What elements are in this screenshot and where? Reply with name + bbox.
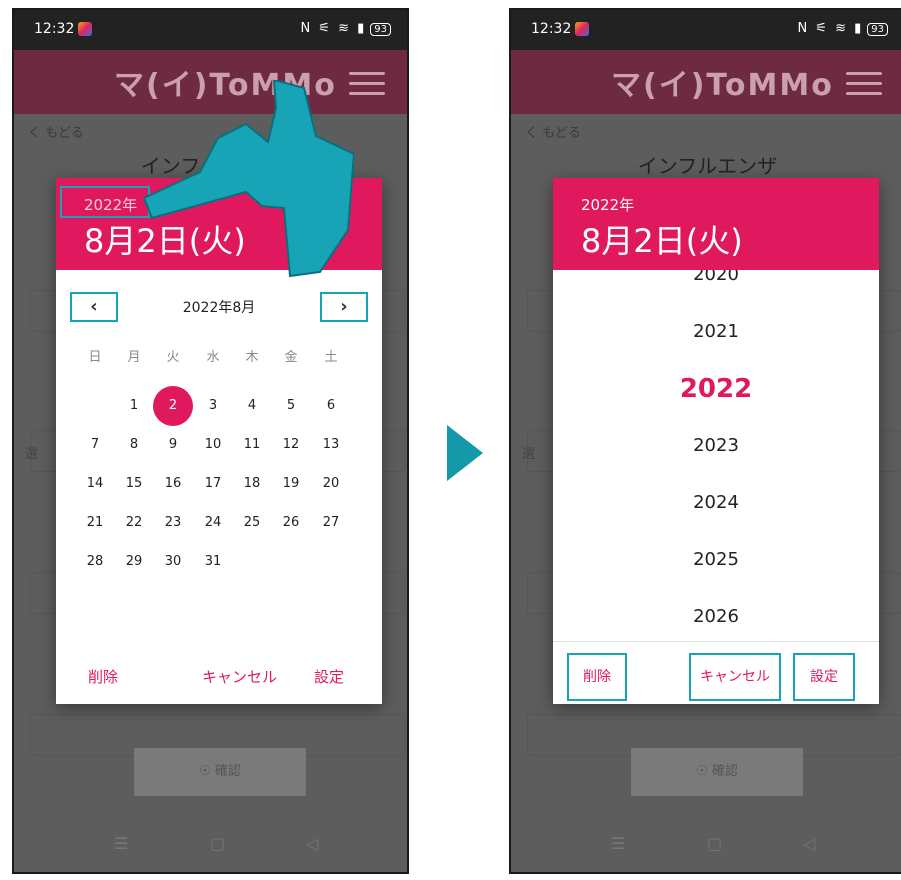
delete-button[interactable]: 削除 bbox=[88, 666, 118, 687]
home-icon[interactable]: ▢ bbox=[210, 834, 225, 853]
calendar-day[interactable]: 30 bbox=[153, 542, 193, 582]
year-option[interactable]: 2026 bbox=[553, 606, 879, 627]
status-bar: 12:32 N ⚟ ≋ ▮ 93 bbox=[14, 10, 407, 50]
notification-app-icon bbox=[575, 22, 589, 36]
calendar-day[interactable]: 29 bbox=[114, 542, 154, 582]
recent-apps-icon[interactable]: ☰ bbox=[611, 834, 625, 853]
phone-screen-calendar: 12:32 N ⚟ ≋ ▮93 マ(イ)ToMMo く もどる インフルエンザ … bbox=[12, 8, 409, 874]
calendar-day[interactable]: 10 bbox=[193, 425, 233, 465]
year-option[interactable]: 2020 bbox=[553, 270, 879, 285]
app-header: マ(イ)ToMMo bbox=[511, 50, 901, 114]
calendar-day[interactable]: 19 bbox=[271, 464, 311, 504]
pointing-hand-icon bbox=[142, 80, 354, 278]
calendar-day-selected[interactable]: 2 bbox=[153, 386, 193, 426]
battery-icon: 93 bbox=[867, 23, 888, 36]
header-date: 8月2日(火) bbox=[581, 222, 743, 260]
transition-arrow-icon bbox=[447, 425, 483, 481]
dialog-actions: 削除 キャンセル 設定 bbox=[553, 642, 879, 704]
calendar-day[interactable]: 17 bbox=[193, 464, 233, 504]
date-picker-header: 2022年 8月2日(火) bbox=[553, 178, 879, 270]
android-nav-bar: ☰ ▢ ◁ bbox=[511, 816, 901, 872]
calendar-day[interactable]: 7 bbox=[75, 425, 115, 465]
calendar-day[interactable]: 12 bbox=[271, 425, 311, 465]
weekday-label: 日 bbox=[88, 350, 102, 365]
notification-app-icon bbox=[78, 22, 92, 36]
year-option[interactable]: 2024 bbox=[553, 492, 879, 513]
calendar-day[interactable]: 15 bbox=[114, 464, 154, 504]
cancel-button[interactable]: キャンセル bbox=[202, 666, 277, 687]
calendar-day[interactable]: 8 bbox=[114, 425, 154, 465]
confirm-button[interactable]: ☉ 確認 bbox=[134, 748, 306, 796]
next-month-icon[interactable]: › bbox=[320, 292, 368, 322]
dialog-actions: 削除 キャンセル 設定 bbox=[56, 648, 382, 710]
calendar-day[interactable]: 26 bbox=[271, 503, 311, 543]
back-nav-icon[interactable]: ◁ bbox=[306, 834, 318, 853]
year-option[interactable]: 2025 bbox=[553, 549, 879, 570]
android-nav-bar: ☰ ▢ ◁ bbox=[14, 816, 407, 872]
calendar-day[interactable]: 5 bbox=[271, 386, 311, 426]
year-picker-dialog: 2022年 8月2日(火) 2020 2021 2022 2023 2024 2025 20… bbox=[553, 178, 879, 704]
phone-screen-year-picker: 12:32 N ⚟ ≋ ▮ 93 マ(イ)ToMMo く もどる インフルエンザ … bbox=[509, 8, 901, 874]
calendar-day[interactable]: 22 bbox=[114, 503, 154, 543]
page-title: インフルエンザ bbox=[637, 154, 778, 178]
year-option[interactable]: 2021 bbox=[553, 321, 879, 342]
weekday-label: 月 bbox=[127, 350, 141, 365]
calendar-day[interactable]: 27 bbox=[311, 503, 351, 543]
calendar-day[interactable]: 4 bbox=[232, 386, 272, 426]
weekday-label: 土 bbox=[324, 350, 338, 365]
home-icon[interactable]: ▢ bbox=[707, 834, 722, 853]
status-icons: N ⚟ ≋ ▮ 93 bbox=[300, 21, 391, 36]
weekday-label: 金 bbox=[284, 350, 298, 365]
calendar-day[interactable]: 20 bbox=[311, 464, 351, 504]
calendar-day[interactable]: 25 bbox=[232, 503, 272, 543]
calendar-day[interactable]: 28 bbox=[75, 542, 115, 582]
calendar-day[interactable]: 1 bbox=[114, 386, 154, 426]
calendar-day[interactable]: 21 bbox=[75, 503, 115, 543]
confirm-button[interactable]: ☉ 確認 bbox=[631, 748, 803, 796]
calendar-day[interactable]: 24 bbox=[193, 503, 233, 543]
year-option[interactable]: 2023 bbox=[553, 435, 879, 456]
calendar-day[interactable]: 18 bbox=[232, 464, 272, 504]
cancel-button[interactable]: キャンセル bbox=[689, 653, 781, 701]
calendar-day[interactable]: 3 bbox=[193, 386, 233, 426]
calendar-day[interactable]: 31 bbox=[193, 542, 233, 582]
year-option-selected[interactable]: 2022 bbox=[553, 374, 879, 404]
status-time: 12:32 bbox=[34, 21, 75, 37]
recent-apps-icon[interactable]: ☰ bbox=[114, 834, 128, 853]
set-button[interactable]: 設定 bbox=[793, 653, 855, 701]
weekday-label: 水 bbox=[206, 350, 220, 365]
set-button[interactable]: 設定 bbox=[314, 666, 344, 687]
calendar-day[interactable]: 6 bbox=[311, 386, 351, 426]
app-logo: マ(イ)ToMMo bbox=[611, 68, 834, 103]
weekday-label: 火 bbox=[166, 350, 180, 365]
delete-button[interactable]: 削除 bbox=[567, 653, 627, 701]
calendar-day[interactable]: 11 bbox=[232, 425, 272, 465]
calendar-day[interactable]: 13 bbox=[311, 425, 351, 465]
menu-icon[interactable] bbox=[349, 72, 385, 102]
status-bar: 12:32 N ⚟ ≋ ▮ 93 bbox=[511, 10, 901, 50]
weekday-label: 木 bbox=[245, 350, 259, 365]
header-year[interactable]: 2022年 bbox=[581, 194, 634, 215]
status-icons: N ⚟ ≋ ▮ 93 bbox=[797, 21, 888, 36]
back-nav-icon[interactable]: ◁ bbox=[803, 834, 815, 853]
calendar-day[interactable]: 16 bbox=[153, 464, 193, 504]
menu-icon[interactable] bbox=[846, 72, 882, 102]
battery-icon: 93 bbox=[370, 23, 391, 36]
back-link[interactable]: く もどる bbox=[525, 122, 581, 141]
year-list[interactable]: 2020 2021 2022 2023 2024 2025 2026 bbox=[553, 270, 879, 642]
status-time: 12:32 bbox=[531, 21, 572, 37]
calendar-day[interactable]: 23 bbox=[153, 503, 193, 543]
calendar-grid: 日月火水木金土 1 2 3 4 5 6 7 8 9 10 11 12 13 14 15 16 17 18 19 20 21… bbox=[56, 328, 382, 648]
back-link[interactable]: く もどる bbox=[28, 122, 84, 141]
calendar-day[interactable]: 14 bbox=[75, 464, 115, 504]
calendar-day[interactable]: 9 bbox=[153, 425, 193, 465]
